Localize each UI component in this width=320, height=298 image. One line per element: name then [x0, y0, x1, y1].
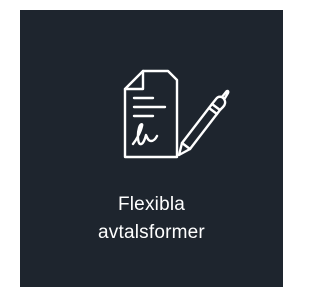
feature-label: Flexibla avtalsformer: [20, 191, 283, 247]
feature-label-line2: avtalsformer: [98, 222, 205, 243]
feature-label-line1: Flexibla: [117, 194, 186, 215]
feature-tile: Flexibla avtalsformer: [20, 10, 283, 287]
signed-contract-pen-icon: [121, 65, 236, 165]
